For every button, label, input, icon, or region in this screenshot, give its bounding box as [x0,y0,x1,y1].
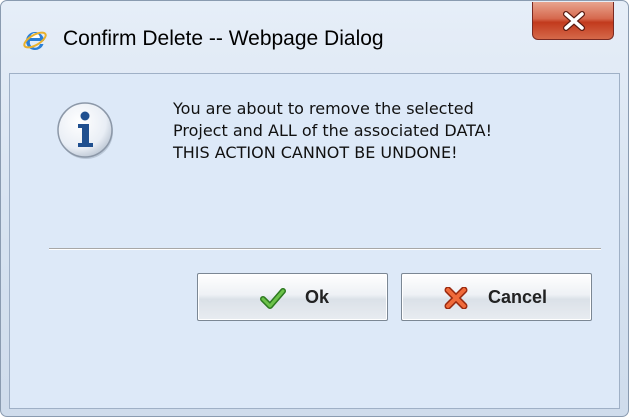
message-line: THIS ACTION CANNOT BE UNDONE! [173,143,458,162]
dialog-content: You are about to remove the selected Pro… [9,73,620,409]
x-icon [443,286,469,314]
cancel-label: Cancel [488,287,548,307]
dialog-window: Confirm Delete -- Webpage Dialog You are… [0,0,629,417]
internet-explorer-icon [22,27,48,53]
close-icon [563,11,585,31]
message-line: You are about to remove the selected [173,99,474,118]
info-icon [54,98,118,162]
close-button[interactable] [532,2,614,40]
separator [49,248,601,250]
ok-label: Ok [305,287,330,307]
cancel-button[interactable]: Cancel [401,273,592,321]
ok-button[interactable]: Ok [197,273,388,321]
window-title: Confirm Delete -- Webpage Dialog [63,27,384,50]
checkmark-icon [260,287,286,314]
message-line: Project and ALL of the associated DATA! [173,121,493,140]
title-bar[interactable]: Confirm Delete -- Webpage Dialog [1,1,628,73]
confirmation-message: You are about to remove the selected Pro… [173,98,492,164]
